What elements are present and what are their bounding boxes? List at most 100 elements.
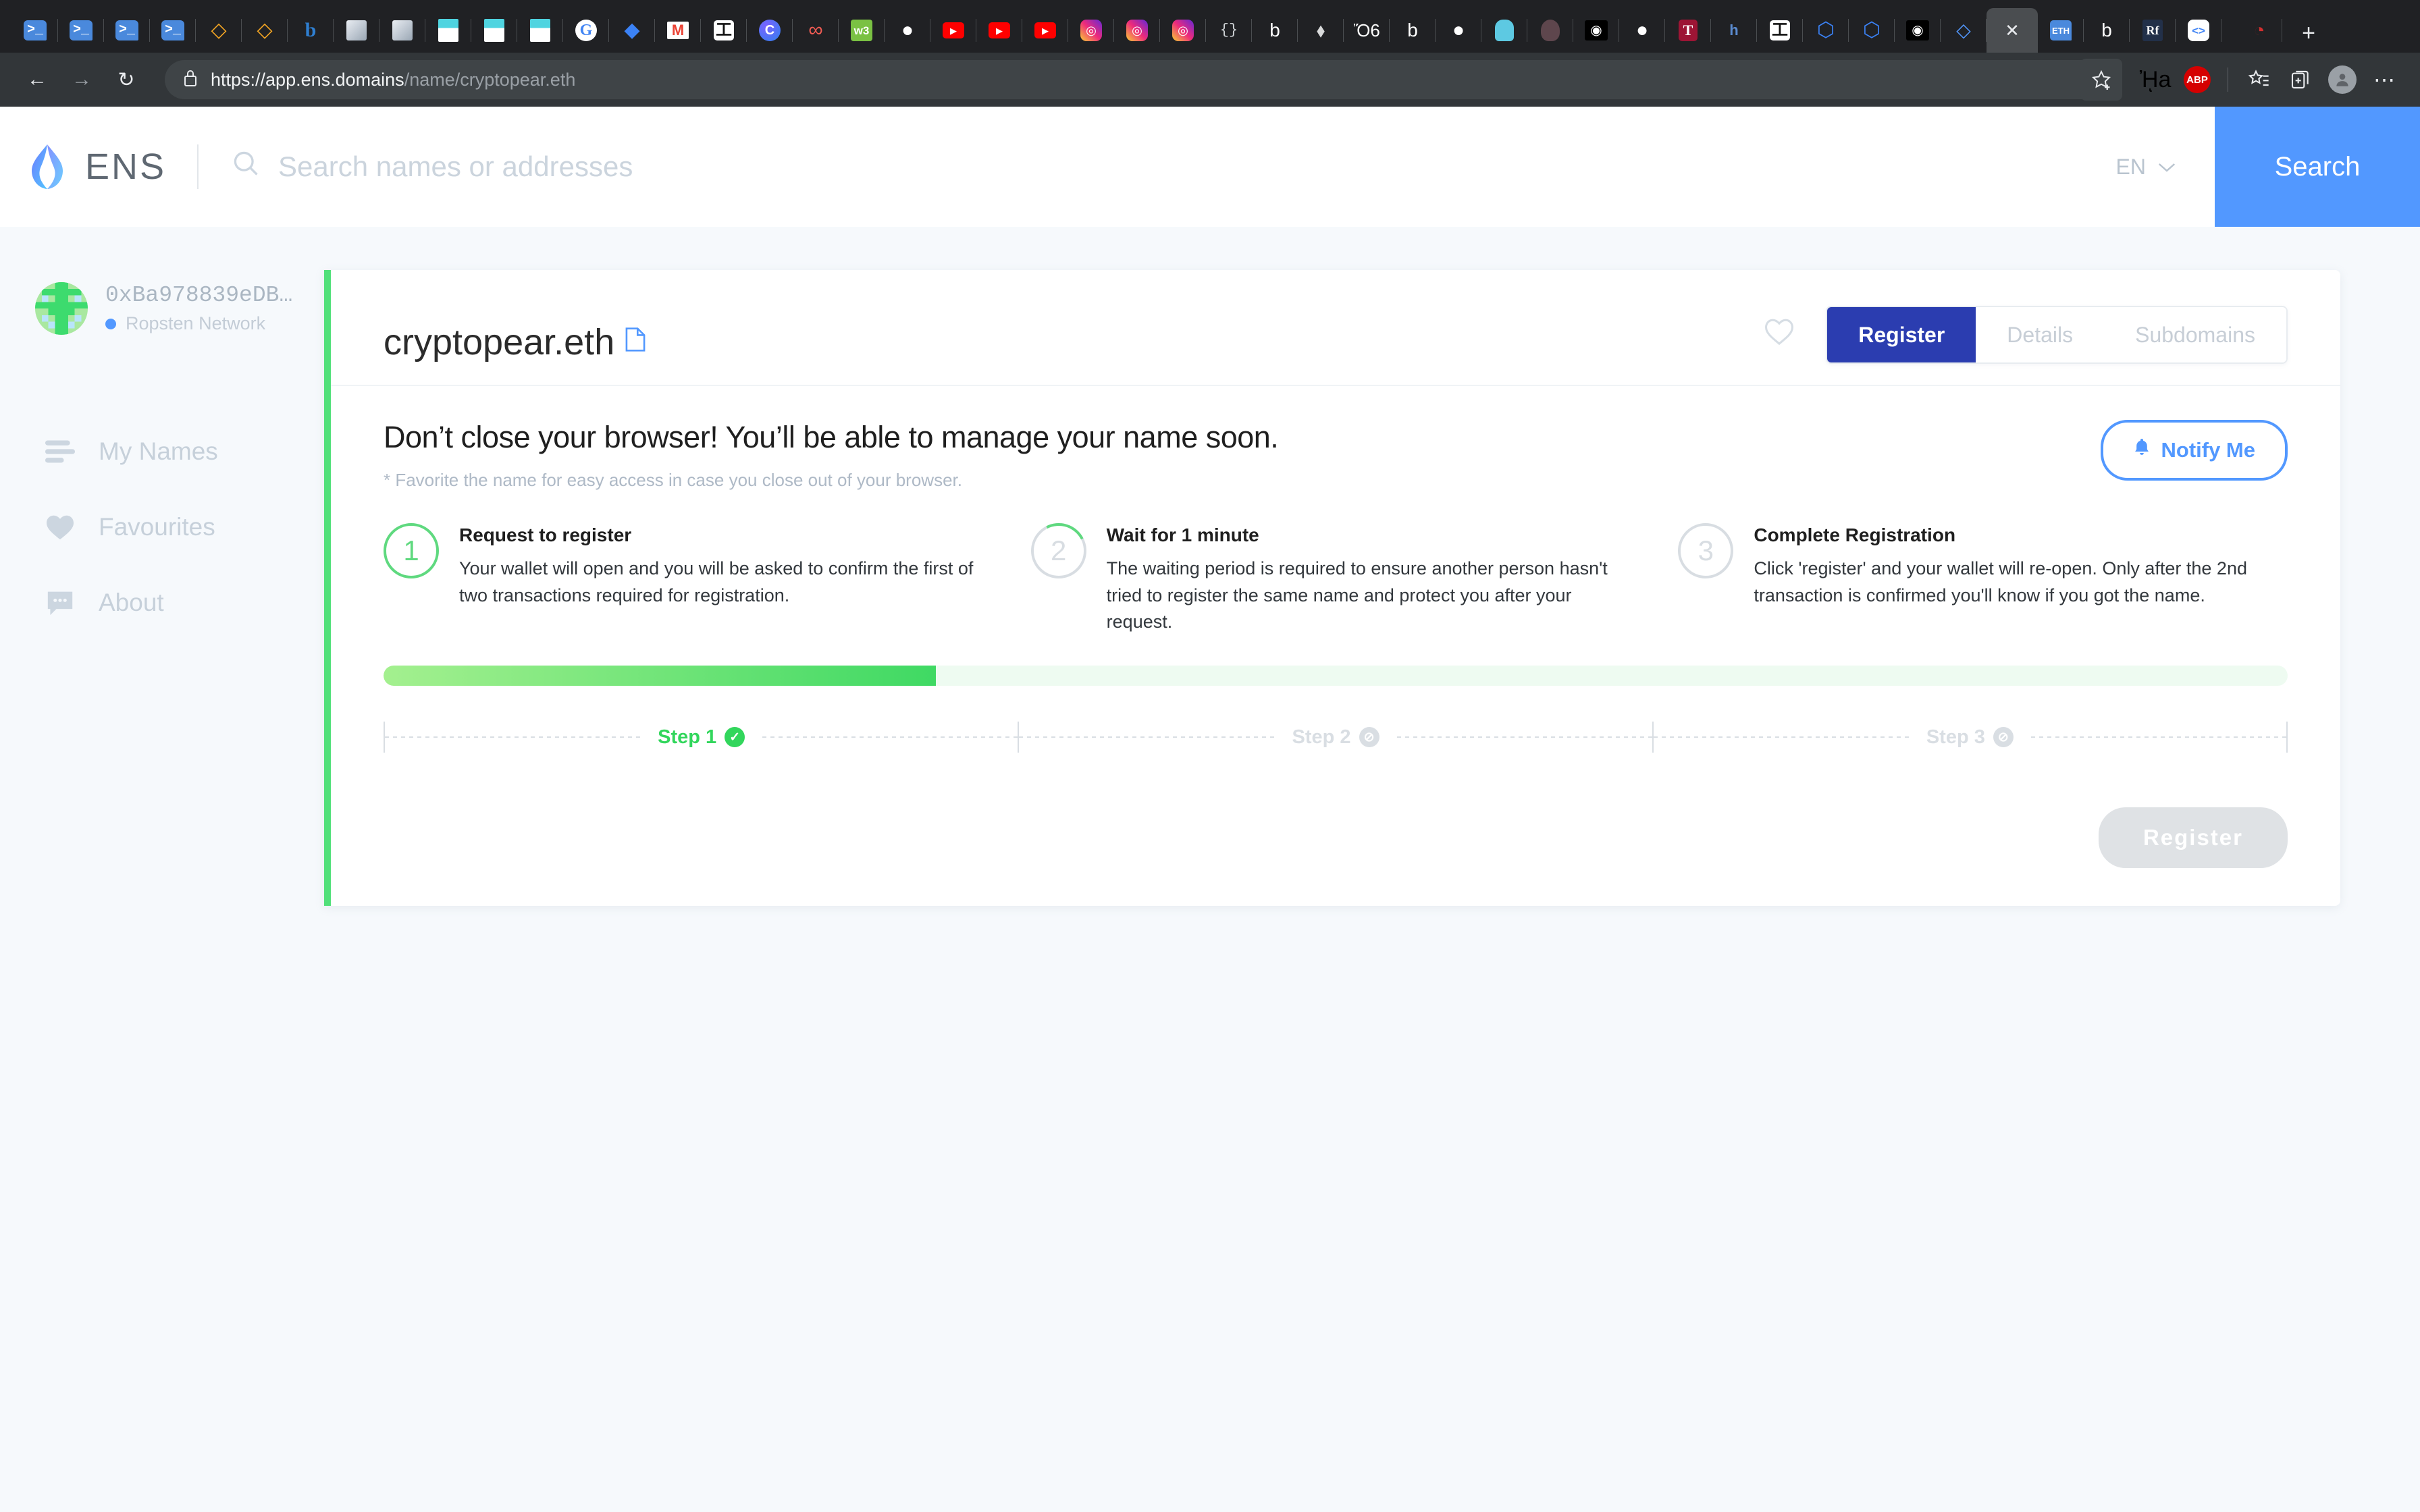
truffle-tab[interactable]	[1527, 8, 1573, 53]
headline: Don’t close your browser! You’ll be able…	[384, 420, 1278, 455]
codepen-tab[interactable]: <>	[2176, 8, 2221, 53]
sidebar-item-label: Favourites	[99, 513, 215, 541]
youtube-tab[interactable]: ▶	[1022, 8, 1068, 53]
collections-icon[interactable]	[2239, 60, 2278, 99]
youtube-tab-icon: ▶	[989, 22, 1010, 38]
address-bar[interactable]: https://app.ens.domains/name/cryptopear.…	[165, 60, 2120, 99]
tab-subdomains[interactable]: Subdomains	[2104, 307, 2286, 362]
step-label-row: Step 1 ✓ Step 2 ⊘ Step 3 ⊘	[384, 716, 2288, 759]
ens-tab[interactable]: ⬡	[1803, 8, 1849, 53]
profile-avatar[interactable]	[2323, 60, 2362, 99]
instagram-tab[interactable]: ◎	[1114, 8, 1160, 53]
account-network: Ropsten Network	[105, 313, 292, 334]
forward-icon: →	[72, 68, 92, 91]
card-body: Don’t close your browser! You’ll be able…	[331, 386, 2340, 759]
search-input[interactable]	[278, 151, 2116, 183]
terminal-tab[interactable]: >_	[58, 8, 104, 53]
ethereum-tab[interactable]: ◇	[242, 8, 288, 53]
bootstrap-tab[interactable]: b	[288, 8, 334, 53]
terminal-tab[interactable]: >_	[150, 8, 196, 53]
language-selector[interactable]: EN	[2116, 155, 2177, 180]
sidebar-item-about[interactable]: About	[27, 587, 324, 618]
ethereum-tab[interactable]: ETH	[2038, 8, 2084, 53]
reload-button[interactable]: ↻	[105, 59, 147, 101]
youtube-tab[interactable]: ▶	[930, 8, 976, 53]
chart-tab[interactable]	[379, 8, 425, 53]
gmail-tab[interactable]: M	[655, 8, 701, 53]
ens-tab[interactable]: ◇	[1941, 8, 1987, 53]
youtube-tab[interactable]: ▶	[976, 8, 1022, 53]
step-connector	[2031, 736, 2286, 738]
copy-icon[interactable]	[625, 327, 646, 358]
account-summary[interactable]: 0xBa978839eDB… Ropsten Network	[27, 270, 324, 335]
ruby-tab[interactable]: ◔	[2236, 8, 2282, 53]
step-number-circle: 1	[384, 523, 439, 578]
json-tab[interactable]: {}	[1206, 8, 1252, 53]
ethereum-tab[interactable]: ◇	[196, 8, 242, 53]
adblock-extension-icon[interactable]: ABP	[2178, 60, 2217, 99]
ens-tab[interactable]: ⬡	[1849, 8, 1895, 53]
account-meta: 0xBa978839eDB… Ropsten Network	[105, 283, 292, 334]
instagram-tab[interactable]: ◎	[1068, 8, 1114, 53]
sub-note: * Favorite the name for easy access in c…	[384, 470, 1278, 491]
hackernoon-tab[interactable]: h	[1711, 8, 1757, 53]
docs-tab[interactable]: Ὅ6	[1344, 8, 1390, 53]
tab-register[interactable]: Register	[1827, 307, 1976, 362]
sidebar-item-favourites[interactable]: Favourites	[27, 512, 324, 543]
rf-tab[interactable]: Rf	[2130, 8, 2176, 53]
golang-tab[interactable]	[1481, 8, 1527, 53]
diamond-tab[interactable]: ◆	[609, 8, 655, 53]
sidebar-item-my-names[interactable]: My Names	[27, 436, 324, 467]
headline-row: Don’t close your browser! You’ll be able…	[384, 420, 2288, 491]
ethereum-tab[interactable]: ⬧	[1298, 8, 1344, 53]
sidebar: 0xBa978839eDB… Ropsten Network My Names	[0, 270, 324, 1512]
notify-me-button[interactable]: Notify Me	[2101, 420, 2288, 481]
app-body: 0xBa978839eDB… Ropsten Network My Names	[0, 227, 2420, 1512]
notes-tab[interactable]	[517, 8, 563, 53]
torus-tab[interactable]: 工	[701, 8, 747, 53]
more-menu-button[interactable]: ⋯	[2365, 60, 2404, 99]
ens-tab-icon: ◇	[1951, 18, 1976, 43]
notes-tab[interactable]	[425, 8, 471, 53]
notes-tab[interactable]	[471, 8, 517, 53]
tab-details[interactable]: Details	[1976, 307, 2104, 362]
bookmark-star-icon[interactable]	[2080, 59, 2122, 101]
ethereum-tab-icon: ⬧	[1308, 18, 1334, 43]
torus-tab[interactable]: 工	[1757, 8, 1803, 53]
url-origin: https://app.ens.domains	[211, 70, 404, 90]
temple-tab[interactable]: T	[1665, 8, 1711, 53]
active-tab[interactable]: ✕	[1987, 8, 2038, 53]
document-tab[interactable]: ὜b	[1252, 8, 1298, 53]
register-button[interactable]: Register	[2099, 807, 2288, 868]
github-tab[interactable]: ●	[1619, 8, 1665, 53]
terminal-tab[interactable]: >_	[12, 8, 58, 53]
w3schools-tab[interactable]: w3	[839, 8, 885, 53]
new-tab-button[interactable]: +	[2289, 14, 2328, 53]
favourite-heart-icon[interactable]	[1764, 317, 1795, 353]
document-tab[interactable]: ὜b	[1390, 8, 1436, 53]
split-screen-icon[interactable]	[2281, 60, 2320, 99]
forward-button[interactable]: →	[61, 59, 103, 101]
github-tab[interactable]: ●	[885, 8, 930, 53]
chart-tab-icon	[392, 20, 413, 40]
search-button[interactable]: Search	[2215, 107, 2420, 227]
document-tab[interactable]: ὜b	[2084, 8, 2130, 53]
medium-tab[interactable]: ◉	[1895, 8, 1941, 53]
header-divider	[197, 144, 199, 189]
metamask-extension-icon[interactable]: ᾘa	[2136, 60, 2175, 99]
heart-icon	[45, 512, 76, 543]
google-tab[interactable]: G	[563, 8, 609, 53]
ruby-tab-icon: ◔	[2246, 18, 2272, 43]
chart-tab[interactable]	[334, 8, 379, 53]
coinbase-tab[interactable]: C	[747, 8, 793, 53]
ens-logo[interactable]: ENS	[0, 144, 166, 190]
github-tab[interactable]: ●	[1436, 8, 1481, 53]
instagram-tab[interactable]: ◎	[1160, 8, 1206, 53]
step-description: Click 'register' and your wallet will re…	[1754, 556, 2288, 609]
active-tab-icon: ✕	[1999, 18, 2025, 43]
medium-tab[interactable]: ◉	[1573, 8, 1619, 53]
gmail-tab-icon: M	[667, 22, 689, 39]
back-button[interactable]: ←	[16, 59, 58, 101]
infinity-tab[interactable]: ∞	[793, 8, 839, 53]
terminal-tab[interactable]: >_	[104, 8, 150, 53]
